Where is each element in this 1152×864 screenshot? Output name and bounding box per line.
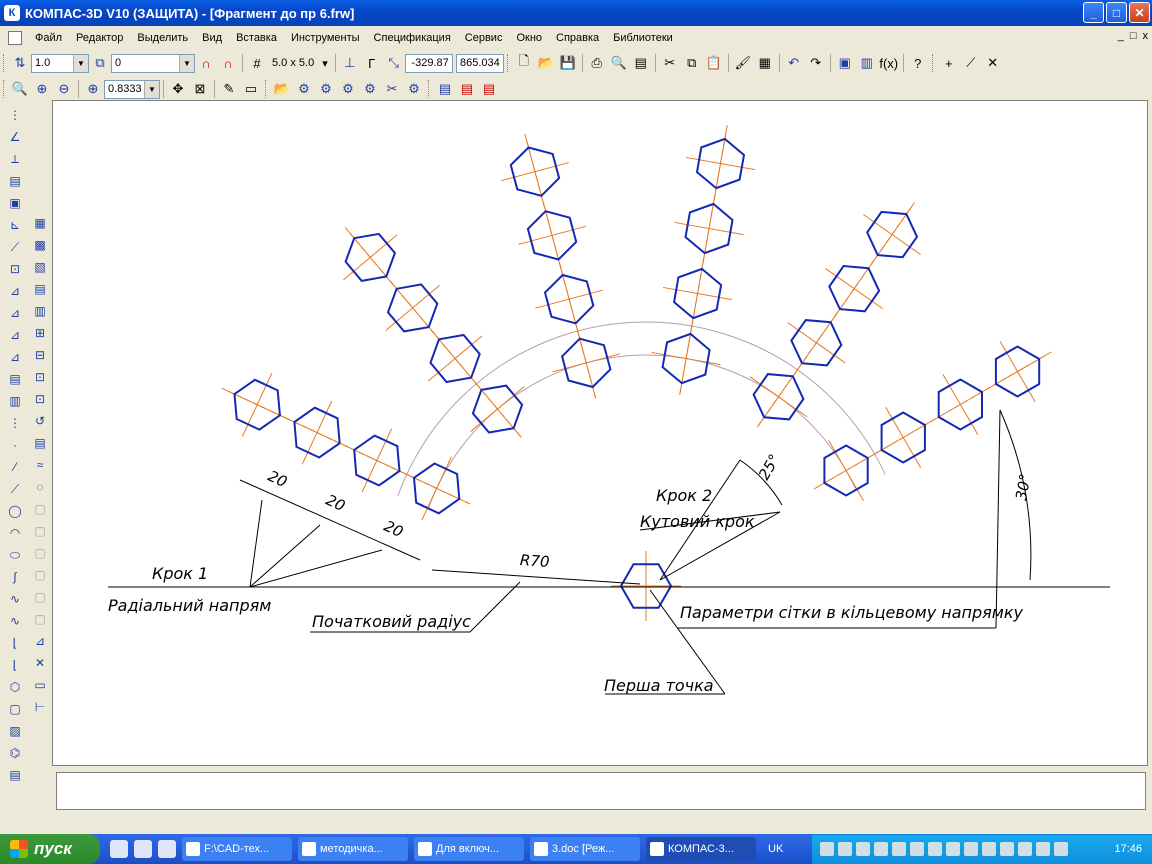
taskbar: пуск F:\CAD-тех... методичка... Для вклю… xyxy=(0,834,1152,864)
label-grid-params: Параметри сітки в кільцевому напрямку xyxy=(680,603,1023,622)
radial-axis-1 xyxy=(221,387,471,505)
dimension-radius: R70 xyxy=(519,550,551,572)
task-word-1[interactable]: методичка... xyxy=(298,837,408,861)
network-icon[interactable] xyxy=(1036,842,1050,856)
leader-line-8 xyxy=(469,581,521,633)
drawing-svg xyxy=(108,125,1110,695)
task-word-3[interactable]: 3.doc [Реж... xyxy=(530,837,640,861)
task-word-2[interactable]: Для включ... xyxy=(414,837,524,861)
tray-app-11-icon[interactable] xyxy=(1000,842,1014,856)
tray-app-3-icon[interactable] xyxy=(856,842,870,856)
tray-app-10-icon[interactable] xyxy=(982,842,996,856)
axes-group xyxy=(221,125,1052,621)
system-tray: 17:46 xyxy=(812,834,1152,864)
label-angular-step: Кутовий крок xyxy=(640,512,755,531)
quick-launch xyxy=(110,840,176,858)
tray-app-9-icon[interactable] xyxy=(964,842,978,856)
word-icon xyxy=(302,842,316,856)
start-button[interactable]: пуск xyxy=(0,834,100,864)
task-label: методичка... xyxy=(320,843,383,855)
hexagon-ray5-3-axis-b xyxy=(825,268,884,310)
task-label: Для включ... xyxy=(436,843,499,855)
task-kompas[interactable]: КОМПАС-3... xyxy=(646,837,756,861)
task-label: КОМПАС-3... xyxy=(668,843,734,855)
hexagon-ray4-3-axis-b xyxy=(674,221,744,236)
windows-logo-icon xyxy=(10,840,28,858)
leader-line-7 xyxy=(431,569,641,585)
ie-icon[interactable] xyxy=(158,840,176,858)
folder-icon xyxy=(186,842,200,856)
clock: 17:46 xyxy=(1114,843,1142,855)
label-radial-direction: Радіальний напрям xyxy=(108,596,272,615)
task-explorer[interactable]: F:\CAD-тех... xyxy=(182,837,292,861)
hexagon-ray6-3-axis-b xyxy=(942,373,979,436)
task-label: 3.doc [Реж... xyxy=(552,843,615,855)
leader-lines-group xyxy=(108,409,1110,695)
tray-app-1-icon[interactable] xyxy=(820,842,834,856)
leader-line-5 xyxy=(249,549,383,588)
command-status-panel xyxy=(56,772,1146,810)
leader-line-13 xyxy=(995,409,1001,629)
tray-app-6-icon[interactable] xyxy=(910,842,924,856)
word-icon xyxy=(534,842,548,856)
tray-app-12-icon[interactable] xyxy=(1018,842,1032,856)
explorer-icon[interactable] xyxy=(110,840,128,858)
tray-app-8-icon[interactable] xyxy=(946,842,960,856)
tray-app-4-icon[interactable] xyxy=(874,842,888,856)
label-start-radius: Початковий радіус xyxy=(312,612,471,631)
hexagon-ray1-3-axis-b xyxy=(301,400,333,465)
kompas-window: К КОМПАС-3D V10 (ЗАЩИТА) - [Фрагмент до … xyxy=(0,0,1152,864)
arcs-group xyxy=(397,321,886,508)
browser-icon[interactable] xyxy=(134,840,152,858)
hexagon-ray2-3-axis-b xyxy=(385,285,440,331)
start-label: пуск xyxy=(34,839,72,858)
tray-app-5-icon[interactable] xyxy=(892,842,906,856)
kompas-icon xyxy=(650,842,664,856)
label-first-point: Перша точка xyxy=(604,676,714,695)
tray-app-2-icon[interactable] xyxy=(838,842,852,856)
task-label: F:\CAD-тех... xyxy=(204,843,270,855)
word-icon xyxy=(418,842,432,856)
label-step2: Крок 2 xyxy=(656,486,713,505)
hexagons-group xyxy=(233,137,1041,609)
label-step1: Крок 1 xyxy=(152,564,209,583)
volume-icon[interactable] xyxy=(1054,842,1068,856)
tray-app-7-icon[interactable] xyxy=(928,842,942,856)
leader-line-3 xyxy=(249,499,263,588)
language-indicator[interactable]: UK xyxy=(768,843,783,855)
